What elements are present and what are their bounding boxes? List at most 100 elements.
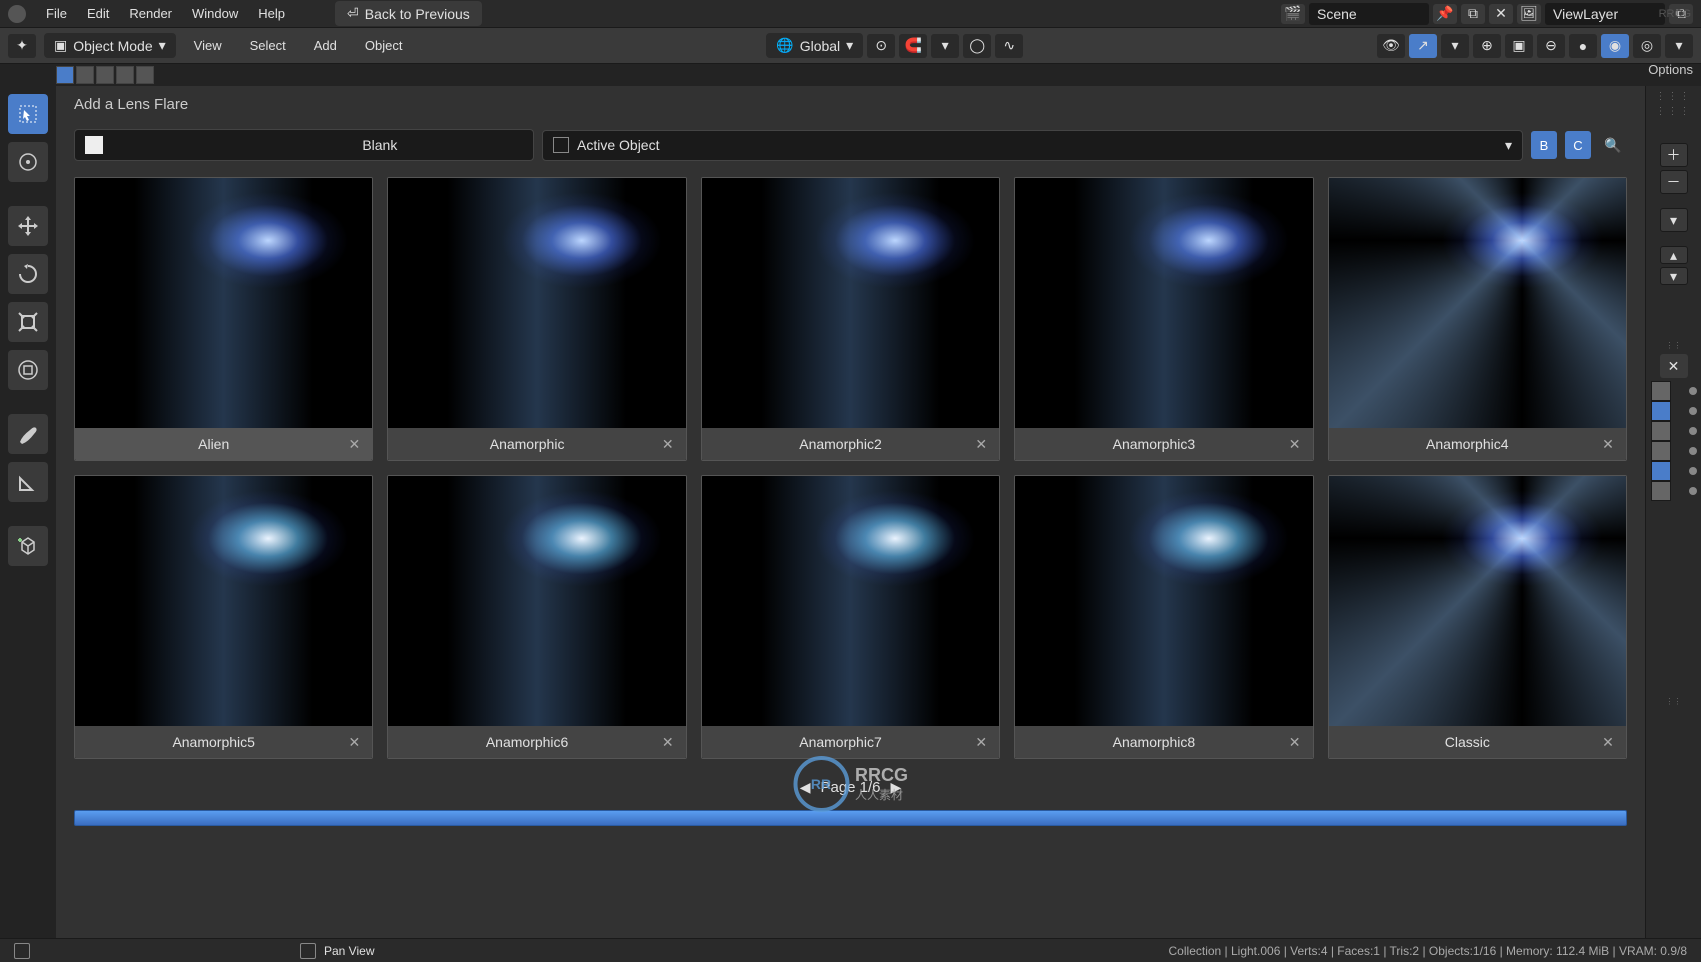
flare-thumbnail[interactable] (1329, 178, 1626, 428)
proportional-type-icon[interactable]: ∿ (995, 34, 1023, 58)
remove-flare-button[interactable]: ✕ (971, 734, 991, 751)
select-visible-icon[interactable] (56, 66, 74, 84)
remove-flare-button[interactable]: ✕ (658, 734, 678, 751)
viewlayer-browse-icon[interactable]: 🖼 (1517, 4, 1541, 24)
copy-icon[interactable]: ⧉ (1461, 4, 1485, 24)
shading-options-icon[interactable]: ▾ (1665, 34, 1693, 58)
measure-tool[interactable] (8, 462, 48, 502)
menu-render[interactable]: Render (119, 6, 182, 21)
expand-button[interactable]: ▾ (1660, 208, 1688, 232)
select-icon-3[interactable] (96, 66, 114, 84)
viewlayer-field[interactable]: ViewLayer (1545, 3, 1665, 25)
menu-view[interactable]: View (184, 38, 232, 53)
close-button[interactable]: ✕ (1660, 354, 1688, 378)
gizmo-icon[interactable]: ↗ (1409, 34, 1437, 58)
orientation-dropdown[interactable]: 🌐 Global ▾ (766, 33, 863, 58)
remove-flare-button[interactable]: ✕ (1598, 436, 1618, 453)
flare-item[interactable]: Anamorphic✕ (387, 177, 686, 461)
menu-add[interactable]: Add (304, 38, 347, 53)
remove-flare-button[interactable]: ✕ (1598, 734, 1618, 751)
active-object-dropdown[interactable]: Active Object ▾ (542, 130, 1523, 161)
drag-handle-icon[interactable]: ⋮⋮⋮ (1660, 90, 1688, 102)
search-button[interactable]: 🔍 (1599, 131, 1627, 159)
transform-tool[interactable] (8, 350, 48, 390)
close-scene-icon[interactable]: ✕ (1489, 4, 1513, 24)
color-swatch-icon[interactable] (1651, 441, 1671, 461)
remove-flare-button[interactable]: ✕ (1285, 436, 1305, 453)
overlays-toggle-icon[interactable]: ⊕ (1473, 34, 1501, 58)
color-swatch-icon[interactable] (1651, 381, 1671, 401)
editor-type-icon[interactable]: ✦ (8, 34, 36, 58)
flare-thumbnail[interactable] (1329, 476, 1626, 726)
layer-color-row[interactable] (1651, 441, 1697, 461)
filter-c-button[interactable]: C (1565, 131, 1591, 159)
visibility-dot-icon[interactable] (1689, 387, 1697, 395)
select-icon-4[interactable] (116, 66, 134, 84)
flare-thumbnail[interactable] (1015, 476, 1312, 726)
flare-item[interactable]: Anamorphic5✕ (74, 475, 373, 759)
select-icon-5[interactable] (136, 66, 154, 84)
remove-button[interactable]: － (1660, 170, 1688, 194)
scene-browse-icon[interactable]: 🎬 (1281, 4, 1305, 24)
remove-flare-button[interactable]: ✕ (971, 436, 991, 453)
flare-item[interactable]: Anamorphic3✕ (1014, 177, 1313, 461)
color-swatch-icon[interactable] (1651, 481, 1671, 501)
snap-type-icon[interactable]: ▾ (931, 34, 959, 58)
menu-edit[interactable]: Edit (77, 6, 119, 21)
visibility-dot-icon[interactable] (1689, 427, 1697, 435)
move-up-button[interactable]: ▴ (1660, 246, 1688, 264)
visibility-icon[interactable]: 👁 (1377, 34, 1405, 58)
menu-window[interactable]: Window (182, 6, 248, 21)
xray-icon[interactable]: ▣ (1505, 34, 1533, 58)
flare-item[interactable]: Anamorphic7✕ (701, 475, 1000, 759)
visibility-dot-icon[interactable] (1689, 407, 1697, 415)
flare-item[interactable]: Anamorphic4✕ (1328, 177, 1627, 461)
flare-item[interactable]: Anamorphic6✕ (387, 475, 686, 759)
move-tool[interactable] (8, 206, 48, 246)
remove-flare-button[interactable]: ✕ (344, 734, 364, 751)
remove-flare-button[interactable]: ✕ (344, 436, 364, 453)
flare-item[interactable]: Alien✕ (74, 177, 373, 461)
visibility-dot-icon[interactable] (1689, 447, 1697, 455)
scrollbar-handle[interactable] (74, 810, 1627, 826)
layer-color-row[interactable] (1651, 421, 1697, 441)
layer-color-row[interactable] (1651, 381, 1697, 401)
flare-thumbnail[interactable] (388, 476, 685, 726)
solid-shading-icon[interactable]: ● (1569, 34, 1597, 58)
select-box-tool[interactable] (8, 94, 48, 134)
flare-thumbnail[interactable] (702, 178, 999, 428)
material-shading-icon[interactable]: ◉ (1601, 34, 1629, 58)
remove-flare-button[interactable]: ✕ (658, 436, 678, 453)
annotate-tool[interactable] (8, 414, 48, 454)
snap-icon[interactable]: 🧲 (899, 34, 927, 58)
menu-help[interactable]: Help (248, 6, 295, 21)
back-to-previous-button[interactable]: ⏎ Back to Previous (335, 1, 482, 26)
proportional-icon[interactable]: ◯ (963, 34, 991, 58)
layer-color-row[interactable] (1651, 481, 1697, 501)
add-cube-tool[interactable] (8, 526, 48, 566)
flare-thumbnail[interactable] (1015, 178, 1312, 428)
object-mode-dropdown[interactable]: ▣ Object Mode ▾ (44, 33, 176, 58)
flare-item[interactable]: Anamorphic2✕ (701, 177, 1000, 461)
flare-thumbnail[interactable] (75, 476, 372, 726)
color-swatch-icon[interactable] (1651, 461, 1671, 481)
options-label[interactable]: Options (1648, 62, 1693, 77)
menu-select[interactable]: Select (240, 38, 296, 53)
color-swatch-icon[interactable] (1651, 401, 1671, 421)
filter-b-button[interactable]: B (1531, 131, 1557, 159)
layer-color-row[interactable] (1651, 461, 1697, 481)
flare-item[interactable]: Classic✕ (1328, 475, 1627, 759)
pivot-icon[interactable]: ⊙ (867, 34, 895, 58)
blank-preset-field[interactable]: Blank (74, 129, 534, 161)
flare-thumbnail[interactable] (702, 476, 999, 726)
cursor-tool[interactable] (8, 142, 48, 182)
flare-thumbnail[interactable] (388, 178, 685, 428)
rendered-shading-icon[interactable]: ◎ (1633, 34, 1661, 58)
select-icon-2[interactable] (76, 66, 94, 84)
wireframe-shading-icon[interactable]: ⊖ (1537, 34, 1565, 58)
layer-color-row[interactable] (1651, 401, 1697, 421)
menu-object[interactable]: Object (355, 38, 413, 53)
color-swatch-icon[interactable] (1651, 421, 1671, 441)
add-button[interactable]: ＋ (1660, 143, 1688, 167)
drag-handle-icon[interactable]: ⋮⋮ (1660, 697, 1688, 707)
